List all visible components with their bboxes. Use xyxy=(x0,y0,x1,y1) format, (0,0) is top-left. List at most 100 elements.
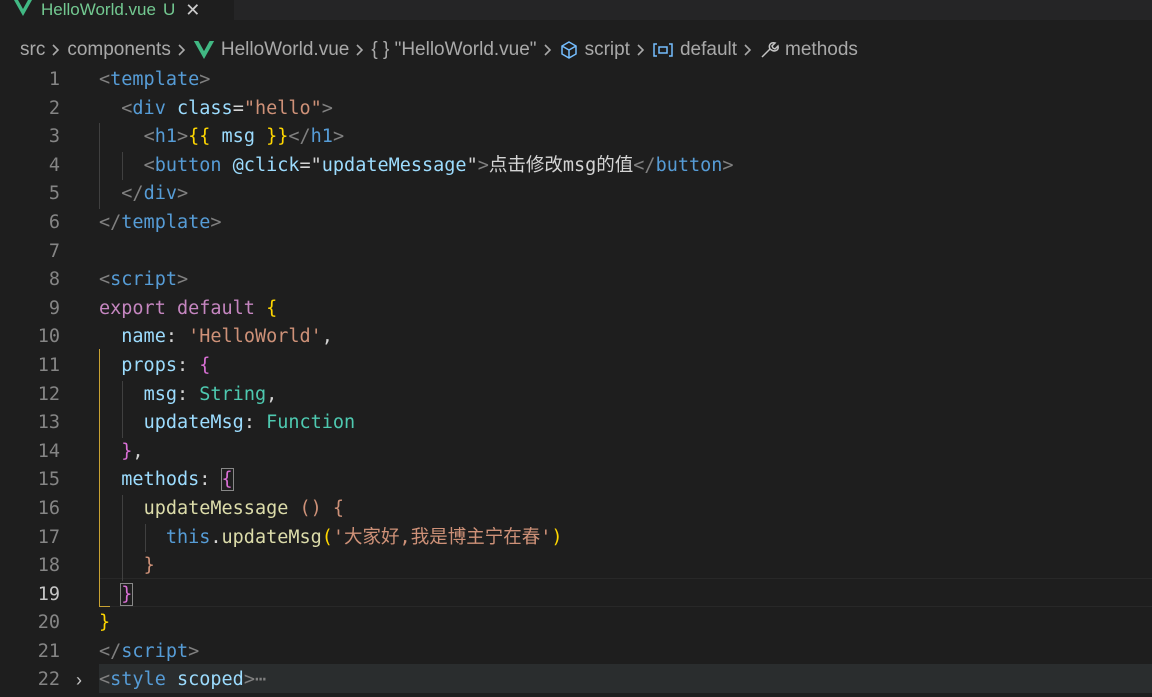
breadcrumb-script[interactable]: script xyxy=(559,39,630,61)
breadcrumb-src[interactable]: src xyxy=(20,39,45,61)
code-text: <div class="hello"> xyxy=(99,95,333,124)
breadcrumb-module[interactable]: { } "HelloWorld.vue" xyxy=(371,39,536,61)
code-text: name: 'HelloWorld', xyxy=(99,323,333,352)
code-line[interactable]: 4 <button @click="updateMessage">点击修改msg… xyxy=(0,151,1152,181)
code-text: methods: { xyxy=(99,466,234,495)
code-token: {{ xyxy=(188,126,211,148)
code-token: name xyxy=(121,326,166,348)
code-token: > xyxy=(477,154,489,176)
code-text: } xyxy=(99,609,110,638)
code-token: > xyxy=(176,183,189,205)
code-line[interactable]: 9 export default { xyxy=(0,295,1152,324)
code-token: "hello" xyxy=(243,97,322,119)
code-token: updateMessage xyxy=(321,154,467,176)
breadcrumb: src components HelloWorld.vue { } "Hello… xyxy=(0,36,1152,64)
code-line[interactable]: 8 <script> xyxy=(0,266,1152,295)
code-token: > xyxy=(722,154,734,176)
code-token: template xyxy=(110,69,200,90)
line-number: 9 xyxy=(48,297,60,319)
code-token: updateMessage xyxy=(143,497,289,519)
code-text: export default { xyxy=(99,295,277,324)
code-token: 'HelloWorld' xyxy=(188,326,322,348)
code-text: }, xyxy=(99,438,144,467)
code-token: default xyxy=(176,297,255,319)
close-tab-icon[interactable]: ✕ xyxy=(185,0,200,21)
breadcrumb-default[interactable]: default xyxy=(652,39,737,61)
code-text: this.updateMsg('大家好,我是博主宁在春') xyxy=(99,524,563,553)
breadcrumb-methods[interactable]: methods xyxy=(759,39,858,61)
code-token: , xyxy=(132,440,144,462)
code-line[interactable]: 7 xyxy=(0,238,1152,267)
code-line[interactable]: 14 }, xyxy=(0,438,1152,467)
code-token: div xyxy=(132,97,166,119)
line-number: 21 xyxy=(37,640,60,662)
code-line[interactable]: 12 msg: String, xyxy=(0,380,1152,410)
code-token: h1 xyxy=(154,126,177,148)
code-token: export xyxy=(99,297,166,319)
code-token: String xyxy=(199,383,267,405)
line-number: 7 xyxy=(48,240,60,262)
line-number: 16 xyxy=(37,497,60,519)
code-line[interactable]: 5 </div> xyxy=(0,180,1152,209)
code-text: <template> xyxy=(99,66,210,95)
code-line[interactable]: 10 name: 'HelloWorld', xyxy=(0,323,1152,352)
code-line[interactable]: 15 methods: { xyxy=(0,466,1152,495)
cube-icon xyxy=(559,40,579,60)
chevron-right-icon xyxy=(636,43,646,57)
code-line[interactable]: 6 </template> xyxy=(0,209,1152,238)
code-editor[interactable]: 1 <template> 2 <div class="hello"> 3 <h1>{{… xyxy=(0,66,1152,695)
code-line[interactable]: 17 this.updateMsg('大家好,我是博主宁在春') xyxy=(0,523,1152,553)
code-text: props: { xyxy=(99,352,210,381)
code-line[interactable]: 21 </script> xyxy=(0,638,1152,667)
breadcrumb-file[interactable]: HelloWorld.vue xyxy=(193,39,349,61)
code-token: { xyxy=(266,297,278,319)
code-token: ( xyxy=(321,526,333,548)
breadcrumb-components[interactable]: components xyxy=(67,39,171,61)
code-line[interactable]: 22 › <style scoped>⋯ xyxy=(0,666,1152,695)
code-token: } xyxy=(99,612,111,634)
line-number: 11 xyxy=(37,354,60,376)
code-line[interactable]: 3 <h1>{{ msg }}</h1> xyxy=(0,123,1152,152)
code-token: </ xyxy=(121,183,144,205)
code-text: <button @click="updateMessage">点击修改msg的值… xyxy=(99,152,734,181)
code-line[interactable]: 1 <template> xyxy=(0,66,1152,95)
code-line[interactable]: 20} xyxy=(0,609,1152,638)
code-line[interactable]: 11 props: { xyxy=(0,352,1152,381)
variable-icon xyxy=(652,41,674,59)
code-token: template xyxy=(121,211,211,233)
tab-helloworld-vue[interactable]: HelloWorld.vue U ✕ xyxy=(0,0,234,20)
code-token: : xyxy=(176,354,200,376)
line-number: 10 xyxy=(37,326,60,348)
code-token: ) xyxy=(551,526,563,548)
code-token: ⋯ xyxy=(254,669,267,691)
code-text: </template> xyxy=(99,209,222,238)
code-token: }} xyxy=(266,126,289,148)
line-number: 8 xyxy=(48,269,60,291)
code-token: msg xyxy=(143,383,177,405)
code-line[interactable]: 16 updateMessage () { xyxy=(0,494,1152,524)
code-line[interactable]: 18 } xyxy=(0,552,1152,581)
code-line[interactable]: 2 <div class="hello"> xyxy=(0,95,1152,124)
code-token: () xyxy=(299,497,322,519)
code-line[interactable]: 13 updateMsg: Function xyxy=(0,409,1152,438)
code-line[interactable]: 19 } xyxy=(0,581,1152,610)
code-text: </div> xyxy=(99,180,188,209)
fold-chevron-icon[interactable]: › xyxy=(76,666,82,695)
line-number: 6 xyxy=(48,211,60,233)
code-token: " xyxy=(466,154,478,176)
code-text: updateMessage () { xyxy=(99,495,345,524)
code-token: } xyxy=(121,440,133,462)
